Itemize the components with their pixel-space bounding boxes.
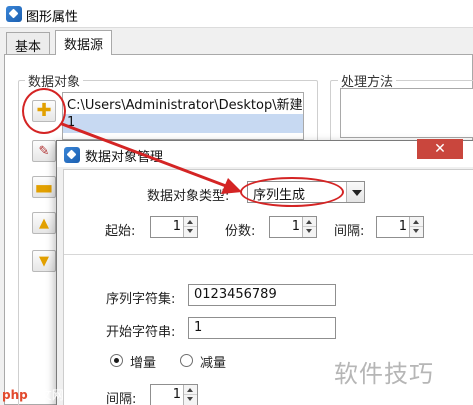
increment-arrow-icon[interactable] [184, 217, 197, 227]
copies-label: 份数: [225, 224, 256, 239]
decrement-arrow-icon[interactable] [410, 227, 423, 237]
step-value: 1 [172, 387, 181, 402]
charset-label: 序列字符集: [106, 292, 176, 307]
decrement-arrow-icon[interactable] [184, 227, 197, 237]
increment-arrow-icon[interactable] [410, 217, 423, 227]
start-stepper[interactable]: 1 [150, 216, 198, 238]
decrement-label: 减量 [200, 356, 227, 371]
tab-data-source[interactable]: 数据源 [55, 30, 113, 55]
increment-label: 增量 [130, 356, 157, 371]
move-down-button[interactable]: ▼ [32, 250, 56, 272]
dialog-app-icon [64, 147, 80, 163]
delete-data-object-button[interactable]: ▬ [32, 176, 56, 198]
interval-value: 1 [398, 219, 407, 234]
arrow-down-icon: ▼ [39, 253, 49, 269]
start-string-input[interactable]: 1 [188, 317, 336, 339]
php-logo-php: php [2, 388, 28, 402]
app-icon [6, 6, 22, 22]
php-logo-cn: 中文网 [27, 388, 64, 402]
decrement-arrow-icon[interactable] [303, 227, 316, 237]
minus-icon: ▬ [34, 175, 54, 199]
copies-stepper[interactable]: 1 [269, 216, 317, 238]
tab-basic[interactable]: 基本 [6, 32, 51, 55]
start-label: 起始: [105, 224, 136, 239]
window-title: 图形属性 [26, 10, 79, 25]
processing-list[interactable] [340, 88, 473, 138]
charset-input[interactable]: 0123456789 [188, 284, 336, 306]
data-object-list[interactable]: C:\Users\Administrator\Desktop\新建文 1 [62, 92, 304, 140]
close-icon: ✕ [434, 141, 446, 157]
interval-stepper[interactable]: 1 [376, 216, 424, 238]
increment-radio[interactable] [110, 354, 123, 367]
stepper-buttons [183, 385, 197, 405]
close-button[interactable]: ✕ [417, 139, 463, 159]
stepper-buttons [302, 217, 316, 237]
annotation-circle-add [22, 88, 66, 134]
step-label: 间隔: [106, 392, 137, 405]
start-value: 1 [172, 219, 181, 234]
section-divider [64, 254, 473, 255]
decrement-radio[interactable] [180, 354, 193, 367]
list-item[interactable]: C:\Users\Administrator\Desktop\新建文 [63, 93, 303, 113]
copies-value: 1 [291, 219, 300, 234]
increment-arrow-icon[interactable] [184, 385, 197, 395]
edit-data-object-button[interactable]: ✎ [32, 140, 56, 162]
dialog-titlebar: 数据对象管理 ✕ [57, 139, 473, 167]
pencil-icon: ✎ [38, 143, 50, 159]
type-label: 数据对象类型: [147, 189, 230, 204]
list-item-selected[interactable]: 1 [63, 114, 303, 133]
dialog-title: 数据对象管理 [85, 150, 164, 165]
php-logo: php中文网 [2, 386, 64, 403]
arrow-up-icon: ▲ [39, 215, 49, 231]
start-string-label: 开始字符串: [106, 325, 176, 340]
interval-label: 间隔: [334, 224, 365, 239]
decrement-arrow-icon[interactable] [184, 395, 197, 405]
step-stepper[interactable]: 1 [150, 384, 198, 405]
move-up-button[interactable]: ▲ [32, 212, 56, 234]
stepper-buttons [183, 217, 197, 237]
increment-arrow-icon[interactable] [303, 217, 316, 227]
window-titlebar: 图形属性 [0, 0, 473, 28]
chevron-down-icon[interactable] [346, 182, 364, 202]
data-object-legend: 数据对象 [25, 71, 84, 90]
watermark-text: 软件技巧 [334, 360, 434, 388]
stepper-buttons [409, 217, 423, 237]
annotation-circle-type [240, 177, 344, 207]
